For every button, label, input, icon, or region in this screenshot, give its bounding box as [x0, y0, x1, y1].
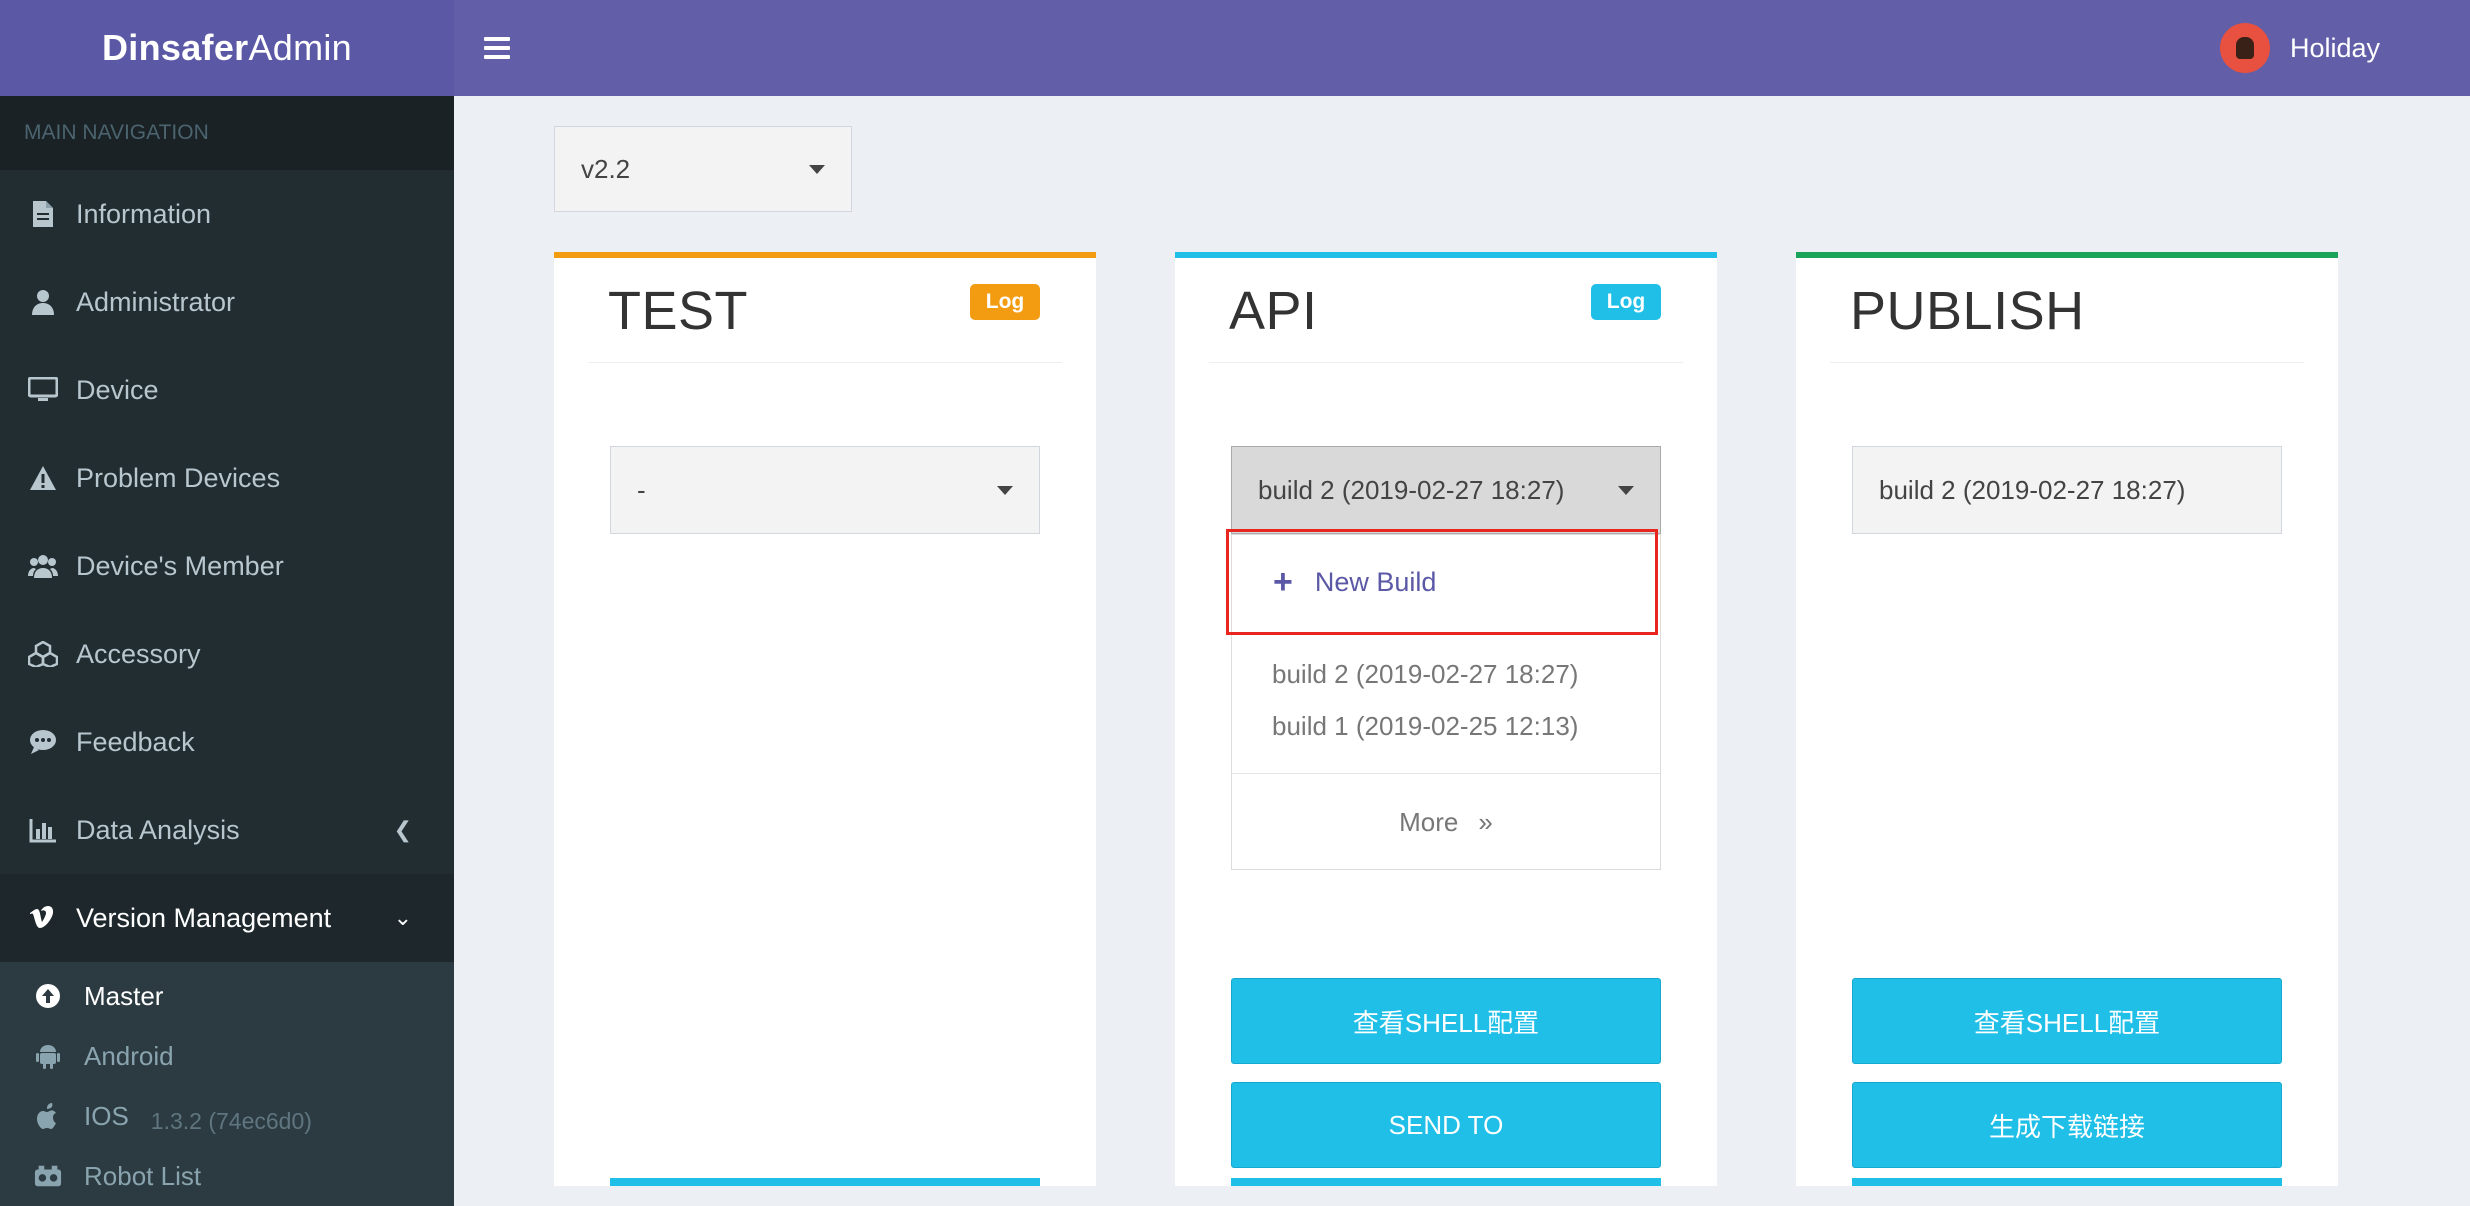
plus-icon: +	[1273, 563, 1293, 601]
sidebar-item-information[interactable]: Information	[0, 170, 454, 258]
publish-card-title: PUBLISH	[1850, 281, 2085, 341]
sidebar-item-accessory[interactable]: Accessory	[0, 610, 454, 698]
test-log-badge[interactable]: Log	[970, 284, 1040, 320]
more-option[interactable]: More »	[1232, 774, 1660, 870]
version-select[interactable]: v2.2	[554, 126, 852, 212]
user-icon	[28, 287, 58, 317]
test-build-select[interactable]: -	[610, 446, 1040, 534]
top-navbar	[454, 0, 2470, 96]
publish-build-field[interactable]: build 2 (2019-02-27 18:27)	[1852, 446, 2282, 534]
chevron-down-icon: ⌄	[393, 905, 412, 930]
sidebar-item-problem-devices[interactable]: Problem Devices	[0, 434, 454, 522]
card-divider	[1209, 362, 1683, 363]
publish-generate-download-link-button[interactable]: 生成下载链接	[1852, 1082, 2282, 1168]
submenu-item-ios[interactable]: IOS 1.3.2 (74ec6d0)	[0, 1086, 454, 1146]
sidebar-item-label: Accessory	[76, 638, 201, 669]
submenu-item-master[interactable]: Master	[0, 966, 454, 1026]
publish-build-value: build 2 (2019-02-27 18:27)	[1879, 474, 2186, 505]
test-build-select-value: -	[637, 474, 646, 505]
monitor-icon	[28, 375, 58, 405]
api-card-title: API	[1229, 281, 1318, 341]
document-icon	[28, 199, 58, 229]
sidebar-item-label: Device	[76, 374, 159, 405]
more-label: More	[1399, 806, 1459, 837]
new-build-label: New Build	[1314, 566, 1437, 597]
card-divider	[1830, 362, 2304, 363]
api-build-dropdown: + New Build build 2 (2019-02-27 18:27) b…	[1226, 529, 1661, 870]
publish-action-button[interactable]	[1852, 1178, 2282, 1186]
sidebar-item-devices-member[interactable]: Device's Member	[0, 522, 454, 610]
test-card: TEST Log -	[554, 252, 1096, 1186]
sidebar-item-label: Information	[76, 198, 212, 229]
bar-chart-icon	[28, 815, 58, 845]
version-select-value: v2.2	[581, 153, 631, 184]
chevron-left-icon: ❮	[393, 817, 412, 842]
build-option-1[interactable]: build 1 (2019-02-25 12:13)	[1272, 711, 1578, 742]
avatar	[2219, 23, 2270, 73]
sidebar-item-label: Feedback	[76, 726, 195, 757]
sidebar-item-label: Version Management	[76, 902, 332, 933]
submenu-item-robot-list[interactable]: Robot List	[0, 1146, 454, 1206]
test-action-button[interactable]	[610, 1178, 1040, 1186]
user-menu[interactable]: Holiday	[2219, 22, 2380, 74]
user-name: Holiday	[2289, 32, 2380, 63]
submenu-item-label: Android	[84, 1040, 174, 1071]
api-card: API Log build 2 (2019-02-27 18:27) + New…	[1175, 252, 1717, 1186]
android-icon	[34, 1042, 62, 1070]
chat-icon	[28, 727, 58, 757]
build-option-2[interactable]: build 2 (2019-02-27 18:27)	[1272, 659, 1578, 690]
api-log-badge[interactable]: Log	[1591, 284, 1661, 320]
vimeo-icon	[28, 903, 58, 933]
sidebar-toggle-icon[interactable]	[484, 30, 510, 66]
apple-icon	[34, 1102, 62, 1130]
publish-view-shell-config-button[interactable]: 查看SHELL配置	[1852, 978, 2282, 1064]
api-send-to-button[interactable]: SEND TO	[1231, 1082, 1661, 1168]
api-view-shell-config-button[interactable]: 查看SHELL配置	[1231, 978, 1661, 1064]
submenu-item-label: Robot List	[84, 1160, 202, 1191]
caret-down-icon	[997, 486, 1013, 495]
api-action-button[interactable]	[1231, 1178, 1661, 1186]
sidebar-item-label: Data Analysis	[76, 814, 240, 845]
warning-icon	[28, 463, 58, 493]
brand-name-bold: Dinsafer	[102, 27, 249, 68]
submenu-item-label: IOS	[84, 1100, 129, 1131]
caret-down-icon	[1618, 486, 1634, 495]
api-build-select[interactable]: build 2 (2019-02-27 18:27)	[1231, 446, 1661, 534]
submenu-item-android[interactable]: Android	[0, 1026, 454, 1086]
test-card-title: TEST	[608, 281, 749, 341]
card-divider	[588, 362, 1062, 363]
caret-down-icon	[809, 165, 825, 174]
sidebar-item-data-analysis[interactable]: Data Analysis ❮	[0, 786, 454, 874]
sidebar-item-version-management[interactable]: Version Management ⌄	[0, 874, 454, 962]
ios-version-text: 1.3.2 (74ec6d0)	[150, 1107, 312, 1134]
brand-name-light: Admin	[248, 27, 352, 68]
submenu-item-label: Master	[84, 980, 164, 1011]
sidebar-item-device[interactable]: Device	[0, 346, 454, 434]
users-icon	[28, 551, 58, 581]
sidebar-item-label: Device's Member	[76, 550, 284, 581]
nav-section-header: MAIN NAVIGATION	[0, 96, 454, 170]
sidebar-item-label: Administrator	[76, 286, 236, 317]
sidebar-item-label: Problem Devices	[76, 462, 281, 493]
publish-card: PUBLISH build 2 (2019-02-27 18:27) 查看SHE…	[1796, 252, 2338, 1186]
double-chevron-right-icon: »	[1478, 806, 1493, 837]
arrow-up-circle-icon	[34, 982, 62, 1010]
new-build-option[interactable]: + New Build	[1226, 529, 1658, 635]
sidebar-item-feedback[interactable]: Feedback	[0, 698, 454, 786]
api-build-select-value: build 2 (2019-02-27 18:27)	[1258, 474, 1565, 505]
sidebar: MAIN NAVIGATION Information Administrato…	[0, 96, 454, 1206]
sidebar-item-administrator[interactable]: Administrator	[0, 258, 454, 346]
version-submenu: Master Android IOS 1.3.2 (74ec6d0) Robot…	[0, 962, 454, 1206]
cubes-icon	[28, 639, 58, 669]
brand-logo[interactable]: Dinsafer Admin	[0, 0, 454, 96]
